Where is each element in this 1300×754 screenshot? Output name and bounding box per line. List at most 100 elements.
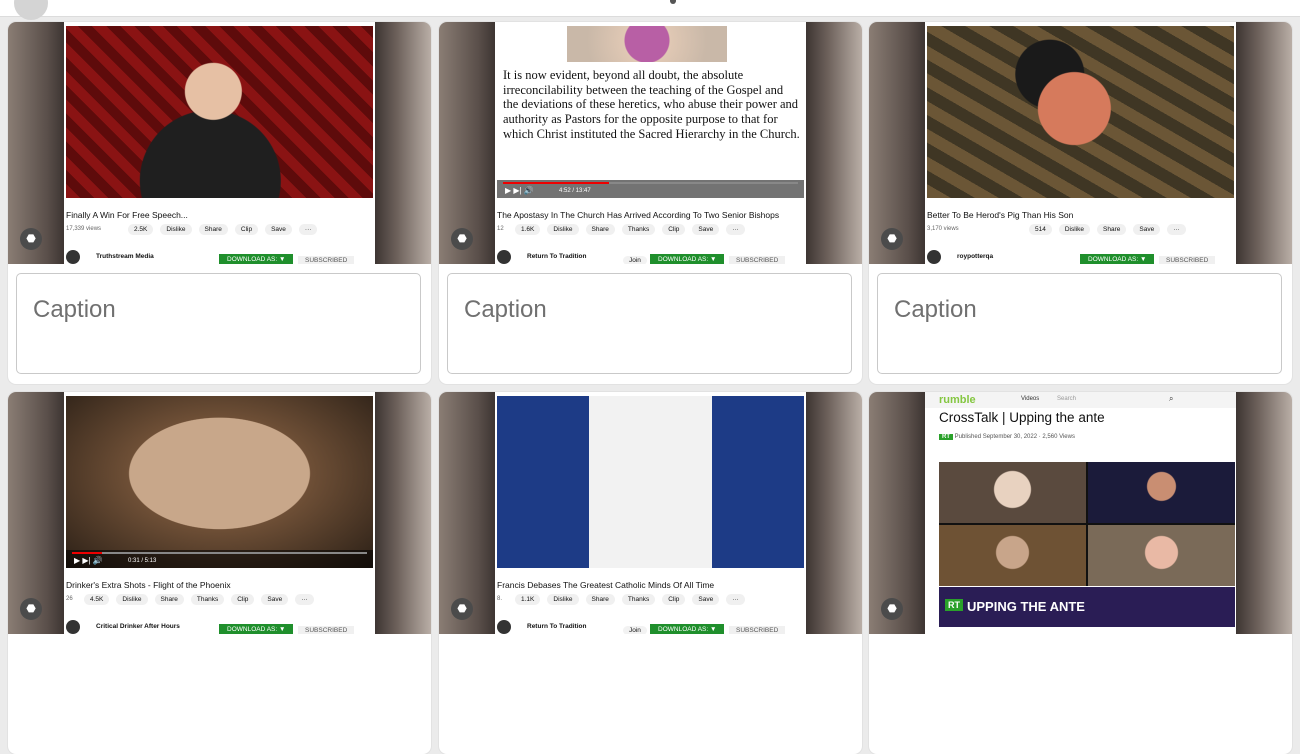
thumbnail[interactable]: ▶ ▶| 🔊 0:31 / 5:13 Drinker's Extra Shots…	[8, 392, 431, 634]
video-frame	[497, 396, 804, 568]
video-title: Finally A Win For Free Speech...	[66, 210, 188, 220]
publish-info: Published September 30, 2022 · 2,560 Vie…	[954, 434, 1075, 440]
thanks-button: Thanks	[190, 594, 225, 605]
thanks-button: Thanks	[621, 594, 656, 605]
video-views: 8.	[497, 596, 503, 602]
thumb-blur-left	[869, 392, 925, 634]
like-button: 4.5K	[84, 594, 110, 605]
more-button: ···	[1167, 224, 1186, 235]
caption-placeholder: Caption	[33, 296, 116, 323]
action-row: 514 Dislike Share Save ···	[1029, 224, 1186, 235]
rumble-logo: rumble	[939, 394, 976, 406]
like-button: 1.6K	[515, 224, 541, 235]
channel-name: roypotterqa	[957, 253, 994, 260]
share-button: Share	[585, 224, 615, 235]
media-card-5: Francis Debases The Greatest Catholic Mi…	[439, 392, 862, 754]
thumb-blur-right	[375, 392, 431, 634]
screenshot: ▶ ▶| 🔊 0:31 / 5:13 Drinker's Extra Shots…	[64, 392, 375, 634]
thumbnail[interactable]: Better To Be Herod's Pig Than His Son 3,…	[869, 22, 1292, 264]
caption-placeholder: Caption	[464, 296, 547, 323]
screenshot: It is now evident, beyond all doubt, the…	[495, 22, 806, 264]
video-title: Better To Be Herod's Pig Than His Son	[927, 210, 1074, 220]
thumb-blur-left	[439, 392, 495, 634]
caption-input[interactable]: Caption	[447, 273, 852, 374]
rumble-header: rumble Videos Search ⌕	[925, 392, 1236, 408]
video-title: CrossTalk | Upping the ante	[939, 410, 1105, 425]
screenshot: Better To Be Herod's Pig Than His Son 3,…	[925, 22, 1236, 264]
join-button: Join	[623, 626, 647, 634]
user-avatar[interactable]	[14, 0, 48, 20]
show-banner: RT UPPING THE ANTE	[939, 587, 1235, 627]
panelist-3	[939, 525, 1086, 586]
video-views: 26	[66, 596, 73, 602]
video-frame	[927, 26, 1234, 198]
thumbnail[interactable]: Finally A Win For Free Speech... 17,339 …	[8, 22, 431, 264]
media-card-4: ▶ ▶| 🔊 0:31 / 5:13 Drinker's Extra Shots…	[8, 392, 431, 754]
media-card-6: rumble Videos Search ⌕ CrossTalk | Uppin…	[869, 392, 1292, 754]
join-button: Join	[623, 256, 647, 264]
progress-bar	[503, 182, 798, 184]
progress-bar	[72, 552, 367, 554]
dislike-button: Dislike	[547, 224, 579, 235]
panelist-4	[1088, 525, 1235, 586]
save-button: Save	[265, 224, 292, 235]
thumbnail[interactable]: rumble Videos Search ⌕ CrossTalk | Uppin…	[869, 392, 1292, 634]
video-frame	[66, 26, 373, 198]
download-button: DOWNLOAD AS: ▼	[650, 254, 725, 264]
media-card-2: It is now evident, beyond all doubt, the…	[439, 22, 862, 384]
caption-input[interactable]: Caption	[16, 273, 421, 374]
panel-grid	[939, 462, 1235, 586]
rumble-search-input: Search	[1057, 396, 1077, 402]
video-views: 17,339 views	[66, 226, 102, 232]
bishop-image	[567, 26, 727, 62]
thumb-blur-left	[439, 22, 495, 264]
tag-icon[interactable]: ⬣	[881, 228, 903, 250]
action-row: 1.1K Dislike Share Thanks Clip Save ···	[515, 594, 745, 605]
tag-icon[interactable]: ⬣	[881, 598, 903, 620]
thumb-blur-right	[1236, 392, 1292, 634]
download-button: DOWNLOAD AS: ▼	[650, 624, 725, 634]
subscribed-button: SUBSCRIBED	[298, 256, 355, 264]
player-controls: ▶ ▶| 🔊 4:52 / 13:47	[497, 180, 804, 198]
more-button: ···	[726, 594, 745, 605]
subscribed-button: SUBSCRIBED	[1159, 256, 1216, 264]
media-card-3: Better To Be Herod's Pig Than His Son 3,…	[869, 22, 1292, 384]
tag-icon[interactable]: ⬣	[451, 598, 473, 620]
thumb-blur-right	[1236, 22, 1292, 264]
panelist-2	[1088, 462, 1235, 523]
like-button: 1.1K	[515, 594, 541, 605]
video-meta: RT Published September 30, 2022 · 2,560 …	[939, 434, 1075, 440]
subscribed-button: SUBSCRIBED	[729, 626, 786, 634]
rt-channel: RT	[939, 434, 953, 440]
tag-icon[interactable]: ⬣	[451, 228, 473, 250]
screenshot: rumble Videos Search ⌕ CrossTalk | Uppin…	[925, 392, 1236, 634]
channel-name: Truthstream Media	[96, 253, 154, 260]
channel-avatar	[497, 250, 511, 264]
clip-button: Clip	[662, 594, 686, 605]
play-icon: ▶ ▶| 🔊	[74, 556, 103, 565]
thumb-blur-left	[869, 22, 925, 264]
dislike-button: Dislike	[547, 594, 579, 605]
channel-name: Return To Tradition	[527, 623, 587, 630]
like-button: 2.5K	[128, 224, 154, 235]
dislike-button: Dislike	[116, 594, 148, 605]
thumbnail[interactable]: It is now evident, beyond all doubt, the…	[439, 22, 862, 264]
action-row: 2.5K Dislike Share Clip Save ···	[128, 224, 318, 235]
more-button: ···	[295, 594, 314, 605]
more-button: ···	[298, 224, 318, 235]
caption-input[interactable]: Caption	[877, 273, 1282, 374]
download-button: DOWNLOAD AS: ▼	[1080, 254, 1155, 264]
clip-button: Clip	[234, 224, 259, 235]
tag-icon[interactable]: ⬣	[20, 598, 42, 620]
share-button: Share	[1097, 224, 1127, 235]
channel-name: Critical Drinker After Hours	[96, 623, 180, 630]
video-views: 12	[497, 226, 504, 232]
panelist-1	[939, 462, 1086, 523]
thumbnail[interactable]: Francis Debases The Greatest Catholic Mi…	[439, 392, 862, 634]
subscribed-button: SUBSCRIBED	[729, 256, 786, 264]
action-row: 1.6K Dislike Share Thanks Clip Save ···	[515, 224, 745, 235]
save-button: Save	[1133, 224, 1161, 235]
tag-icon[interactable]: ⬣	[20, 228, 42, 250]
time-readout: 0:31 / 5:13	[128, 558, 157, 564]
like-button: 514	[1029, 224, 1052, 235]
